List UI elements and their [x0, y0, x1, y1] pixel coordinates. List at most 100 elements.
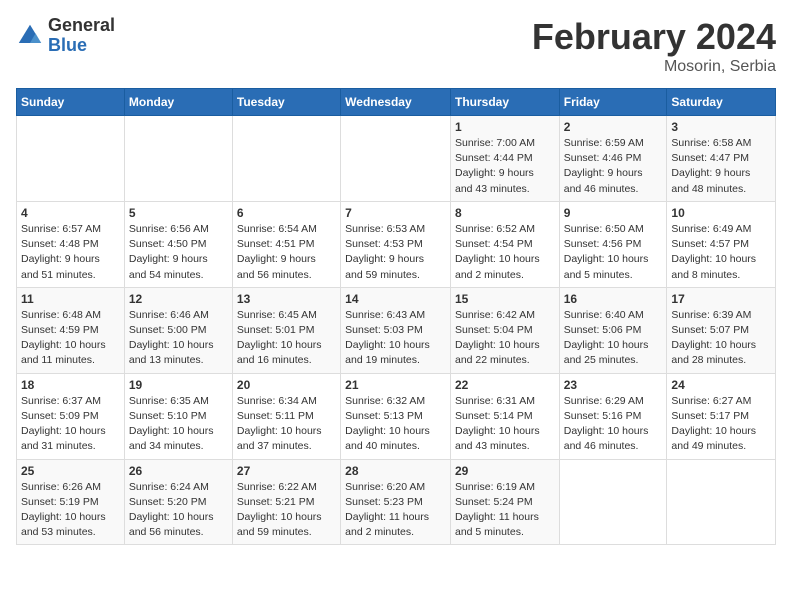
day-info: Sunrise: 6:57 AMSunset: 4:48 PMDaylight:… — [21, 222, 120, 283]
day-info: Sunrise: 6:52 AMSunset: 4:54 PMDaylight:… — [455, 222, 555, 283]
day-info: Sunrise: 6:59 AMSunset: 4:46 PMDaylight:… — [564, 136, 663, 197]
calendar-table: SundayMondayTuesdayWednesdayThursdayFrid… — [16, 88, 776, 545]
logo-blue-text: Blue — [48, 36, 115, 56]
day-info: Sunrise: 6:31 AMSunset: 5:14 PMDaylight:… — [455, 394, 555, 455]
day-number: 24 — [671, 378, 771, 392]
weekday-header-tuesday: Tuesday — [232, 89, 340, 116]
day-info: Sunrise: 6:46 AMSunset: 5:00 PMDaylight:… — [129, 308, 228, 369]
calendar-cell: 25Sunrise: 6:26 AMSunset: 5:19 PMDayligh… — [17, 459, 125, 545]
weekday-header-sunday: Sunday — [17, 89, 125, 116]
weekday-header-thursday: Thursday — [450, 89, 559, 116]
calendar-cell: 3 Sunrise: 6:58 AMSunset: 4:47 PMDaylight… — [667, 116, 776, 202]
day-info: Sunrise: 6:54 AMSunset: 4:51 PMDaylight:… — [237, 222, 336, 283]
day-number: 19 — [129, 378, 228, 392]
day-number: 16 — [564, 292, 663, 306]
calendar-cell: 5 Sunrise: 6:56 AMSunset: 4:50 PMDaylight… — [124, 201, 232, 287]
day-info: Sunrise: 6:53 AMSunset: 4:53 PMDaylight:… — [345, 222, 446, 283]
calendar-cell: 21 Sunrise: 6:32 AMSunset: 5:13 PMDayligh… — [341, 373, 451, 459]
day-number: 10 — [671, 206, 771, 220]
day-number: 27 — [237, 464, 336, 478]
day-info: Sunrise: 7:00 AMSunset: 4:44 PMDaylight:… — [455, 136, 555, 197]
calendar-cell: 27 Sunrise: 6:22 AMSunset: 5:21 PMDayligh… — [232, 459, 340, 545]
day-info: Sunrise: 6:56 AMSunset: 4:50 PMDaylight:… — [129, 222, 228, 283]
day-info: Sunrise: 6:29 AMSunset: 5:16 PMDaylight:… — [564, 394, 663, 455]
logo-general-text: General — [48, 16, 115, 36]
calendar-cell: 7 Sunrise: 6:53 AMSunset: 4:53 PMDaylight… — [341, 201, 451, 287]
week-row-4: 18Sunrise: 6:37 AMSunset: 5:09 PMDayligh… — [17, 373, 776, 459]
day-info: Sunrise: 6:34 AMSunset: 5:11 PMDaylight:… — [237, 394, 336, 455]
day-info: Sunrise: 6:42 AMSunset: 5:04 PMDaylight:… — [455, 308, 555, 369]
day-number: 18 — [21, 378, 120, 392]
day-number: 5 — [129, 206, 228, 220]
day-info: Sunrise: 6:39 AMSunset: 5:07 PMDaylight:… — [671, 308, 771, 369]
day-number: 20 — [237, 378, 336, 392]
day-number: 8 — [455, 206, 555, 220]
calendar-cell: 22 Sunrise: 6:31 AMSunset: 5:14 PMDayligh… — [450, 373, 559, 459]
weekday-header-wednesday: Wednesday — [341, 89, 451, 116]
day-number: 26 — [129, 464, 228, 478]
calendar-cell: 23 Sunrise: 6:29 AMSunset: 5:16 PMDayligh… — [559, 373, 667, 459]
calendar-cell: 12 Sunrise: 6:46 AMSunset: 5:00 PMDayligh… — [124, 287, 232, 373]
day-number: 14 — [345, 292, 446, 306]
calendar-cell: 14 Sunrise: 6:43 AMSunset: 5:03 PMDayligh… — [341, 287, 451, 373]
calendar-cell: 15 Sunrise: 6:42 AMSunset: 5:04 PMDayligh… — [450, 287, 559, 373]
calendar-cell — [341, 116, 451, 202]
day-info: Sunrise: 6:19 AMSunset: 5:24 PMDaylight:… — [455, 480, 555, 541]
calendar-cell: 9Sunrise: 6:50 AMSunset: 4:56 PMDaylight… — [559, 201, 667, 287]
logo-icon — [16, 22, 44, 50]
day-number: 21 — [345, 378, 446, 392]
calendar-cell: 26 Sunrise: 6:24 AMSunset: 5:20 PMDayligh… — [124, 459, 232, 545]
calendar-cell: 17 Sunrise: 6:39 AMSunset: 5:07 PMDayligh… — [667, 287, 776, 373]
day-info: Sunrise: 6:43 AMSunset: 5:03 PMDaylight:… — [345, 308, 446, 369]
calendar-cell — [667, 459, 776, 545]
day-info: Sunrise: 6:22 AMSunset: 5:21 PMDaylight:… — [237, 480, 336, 541]
day-info: Sunrise: 6:49 AMSunset: 4:57 PMDaylight:… — [671, 222, 771, 283]
day-info: Sunrise: 6:27 AMSunset: 5:17 PMDaylight:… — [671, 394, 771, 455]
day-number: 12 — [129, 292, 228, 306]
calendar-cell — [232, 116, 340, 202]
weekday-header-friday: Friday — [559, 89, 667, 116]
calendar-cell: 11 Sunrise: 6:48 AMSunset: 4:59 PMDayligh… — [17, 287, 125, 373]
calendar-cell: 29 Sunrise: 6:19 AMSunset: 5:24 PMDayligh… — [450, 459, 559, 545]
week-row-1: 1 Sunrise: 7:00 AMSunset: 4:44 PMDaylight… — [17, 116, 776, 202]
day-number: 23 — [564, 378, 663, 392]
day-number: 7 — [345, 206, 446, 220]
calendar-cell: 24 Sunrise: 6:27 AMSunset: 5:17 PMDayligh… — [667, 373, 776, 459]
page-header: General Blue February 2024 Mosorin, Serb… — [16, 16, 776, 76]
calendar-location: Mosorin, Serbia — [532, 58, 776, 76]
day-number: 6 — [237, 206, 336, 220]
day-number: 15 — [455, 292, 555, 306]
day-info: Sunrise: 6:48 AMSunset: 4:59 PMDaylight:… — [21, 308, 120, 369]
calendar-cell: 20 Sunrise: 6:34 AMSunset: 5:11 PMDayligh… — [232, 373, 340, 459]
day-number: 4 — [21, 206, 120, 220]
calendar-cell: 1 Sunrise: 7:00 AMSunset: 4:44 PMDaylight… — [450, 116, 559, 202]
calendar-cell: 28Sunrise: 6:20 AMSunset: 5:23 PMDayligh… — [341, 459, 451, 545]
calendar-cell — [124, 116, 232, 202]
calendar-cell: 2Sunrise: 6:59 AMSunset: 4:46 PMDaylight… — [559, 116, 667, 202]
calendar-cell: 10 Sunrise: 6:49 AMSunset: 4:57 PMDayligh… — [667, 201, 776, 287]
day-number: 13 — [237, 292, 336, 306]
week-row-3: 11 Sunrise: 6:48 AMSunset: 4:59 PMDayligh… — [17, 287, 776, 373]
calendar-cell — [559, 459, 667, 545]
day-number: 29 — [455, 464, 555, 478]
weekday-header-saturday: Saturday — [667, 89, 776, 116]
calendar-title: February 2024 — [532, 16, 776, 58]
day-info: Sunrise: 6:32 AMSunset: 5:13 PMDaylight:… — [345, 394, 446, 455]
calendar-cell: 4 Sunrise: 6:57 AMSunset: 4:48 PMDaylight… — [17, 201, 125, 287]
calendar-cell: 16 Sunrise: 6:40 AMSunset: 5:06 PMDayligh… — [559, 287, 667, 373]
calendar-cell: 8 Sunrise: 6:52 AMSunset: 4:54 PMDaylight… — [450, 201, 559, 287]
weekday-header-row: SundayMondayTuesdayWednesdayThursdayFrid… — [17, 89, 776, 116]
day-info: Sunrise: 6:45 AMSunset: 5:01 PMDaylight:… — [237, 308, 336, 369]
day-number: 22 — [455, 378, 555, 392]
calendar-cell: 19Sunrise: 6:35 AMSunset: 5:10 PMDayligh… — [124, 373, 232, 459]
day-number: 11 — [21, 292, 120, 306]
day-number: 9 — [564, 206, 663, 220]
day-info: Sunrise: 6:24 AMSunset: 5:20 PMDaylight:… — [129, 480, 228, 541]
day-number: 1 — [455, 120, 555, 134]
day-info: Sunrise: 6:26 AMSunset: 5:19 PMDaylight:… — [21, 480, 120, 541]
day-number: 17 — [671, 292, 771, 306]
calendar-cell — [17, 116, 125, 202]
day-number: 3 — [671, 120, 771, 134]
day-info: Sunrise: 6:58 AMSunset: 4:47 PMDaylight:… — [671, 136, 771, 197]
day-info: Sunrise: 6:40 AMSunset: 5:06 PMDaylight:… — [564, 308, 663, 369]
